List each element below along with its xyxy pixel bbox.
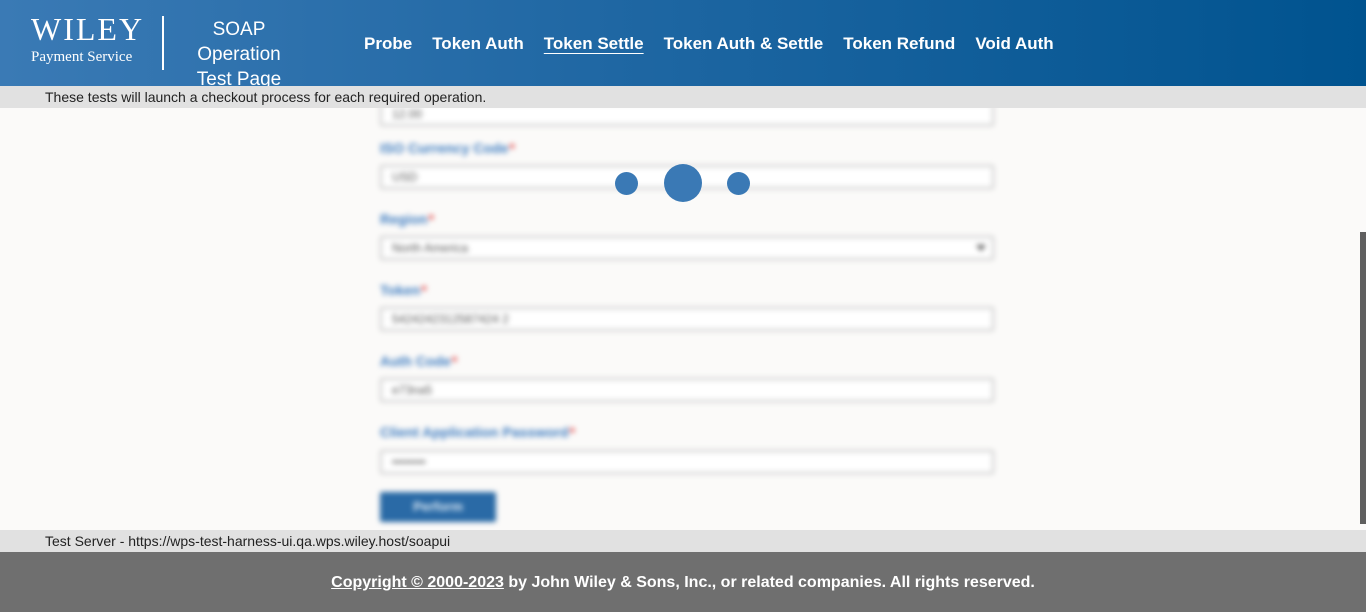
info-bar: These tests will launch a checkout proce…	[0, 86, 1366, 108]
page-title: SOAP Operation Test Page	[170, 17, 308, 92]
required-marker: *	[569, 424, 575, 440]
required-marker: *	[421, 282, 427, 298]
footer-text: Copyright © 2000-2023 by John Wiley & So…	[0, 573, 1366, 593]
token-value: 5424242312587424 2	[392, 312, 509, 326]
server-text: Test Server - https://wps-test-harness-u…	[45, 533, 451, 549]
currency-label-text: ISO Currency Code	[380, 140, 509, 156]
nav-void-auth[interactable]: Void Auth	[975, 33, 1053, 55]
copyright-link[interactable]: Copyright © 2000-2023	[331, 574, 504, 591]
region-value: North America	[392, 241, 469, 255]
currency-value: USD	[392, 170, 418, 184]
server-bar: Test Server - https://wps-test-harness-u…	[0, 530, 1366, 552]
header-divider	[162, 16, 164, 70]
nav-probe[interactable]: Probe	[364, 33, 412, 55]
token-field[interactable]: 5424242312587424 2	[380, 307, 994, 331]
auth-code-field[interactable]: e73na5	[380, 378, 994, 402]
required-marker: *	[428, 211, 434, 227]
auth-code-label-text: Auth Code	[380, 353, 451, 369]
perform-button[interactable]: Perform	[380, 492, 496, 522]
required-marker: *	[509, 140, 515, 156]
loading-dots-icon	[612, 162, 754, 204]
nav-token-refund[interactable]: Token Refund	[843, 33, 955, 55]
main-nav: Probe Token Auth Token Settle Token Auth…	[364, 33, 1054, 55]
required-marker: *	[451, 353, 458, 369]
main-content: 12.00 ISO Currency Code* USD Region* Nor…	[0, 108, 1366, 530]
chevron-down-icon	[976, 245, 986, 251]
amount-field[interactable]: 12.00	[380, 108, 994, 126]
password-value: ••••••••	[392, 455, 426, 469]
password-label: Client Application Password*	[380, 424, 575, 440]
auth-code-label: Auth Code*	[380, 353, 457, 369]
amount-value: 12.00	[392, 108, 423, 121]
copyright-rest: by John Wiley & Sons, Inc., or related c…	[503, 574, 1035, 591]
nav-token-auth-settle[interactable]: Token Auth & Settle	[664, 33, 824, 55]
logo-wordmark: WILEY	[31, 11, 145, 47]
loading-dot-left	[615, 172, 638, 195]
scrollbar[interactable]	[1360, 232, 1366, 524]
token-label: Token*	[380, 282, 427, 298]
nav-token-settle[interactable]: Token Settle	[544, 33, 644, 55]
loading-dot-right	[727, 172, 750, 195]
logo-subtitle: Payment Service	[31, 49, 133, 65]
wiley-logo[interactable]: WILEY Payment Service	[31, 12, 153, 66]
currency-label: ISO Currency Code*	[380, 140, 515, 156]
region-label: Region*	[380, 211, 434, 227]
auth-code-value: e73na5	[392, 383, 433, 397]
nav-token-auth[interactable]: Token Auth	[432, 33, 524, 55]
password-label-text: Client Application Password	[380, 424, 569, 440]
region-select[interactable]: North America	[380, 236, 994, 260]
page-title-line1: SOAP Operation	[197, 19, 281, 65]
app-header: WILEY Payment Service SOAP Operation Tes…	[0, 0, 1366, 90]
region-label-text: Region	[380, 211, 428, 227]
token-label-text: Token	[380, 282, 421, 298]
footer: Copyright © 2000-2023 by John Wiley & So…	[0, 552, 1366, 612]
loading-dot-center	[664, 164, 702, 202]
password-field[interactable]: ••••••••	[380, 450, 994, 474]
info-text: These tests will launch a checkout proce…	[45, 89, 487, 105]
